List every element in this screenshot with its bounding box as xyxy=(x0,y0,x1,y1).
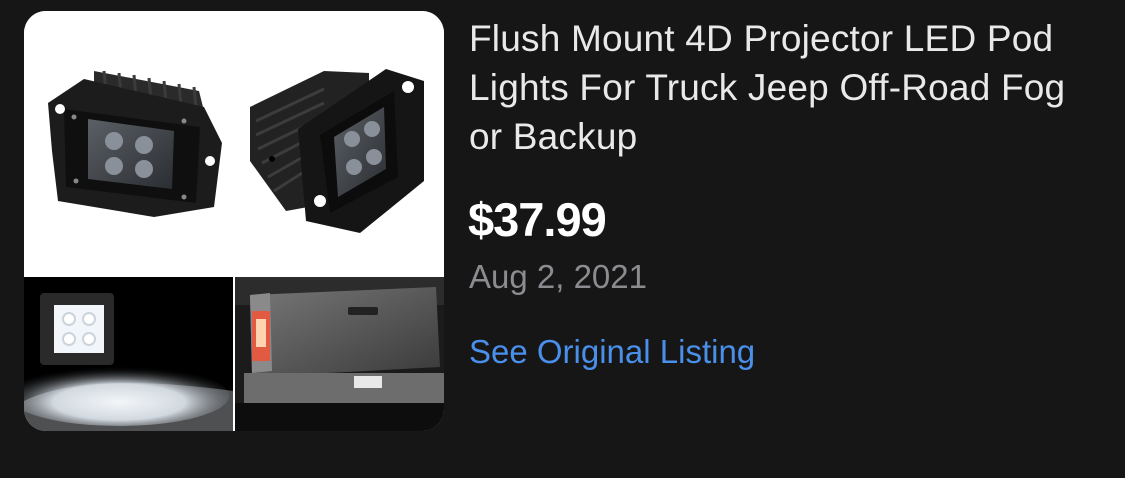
listing-date: Aug 2, 2021 xyxy=(469,258,647,295)
listing-card: Flush Mount 4D Projector LED Pod Lights … xyxy=(0,0,1125,478)
truck-tailgate xyxy=(235,277,444,431)
product-photo[interactable] xyxy=(24,11,444,431)
pod-light-left xyxy=(48,70,222,217)
listing-title: Flush Mount 4D Projector LED Pod Lights … xyxy=(469,18,1066,157)
see-original-listing-link[interactable]: See Original Listing xyxy=(469,331,755,373)
listing-price: $37.99 xyxy=(468,193,607,246)
